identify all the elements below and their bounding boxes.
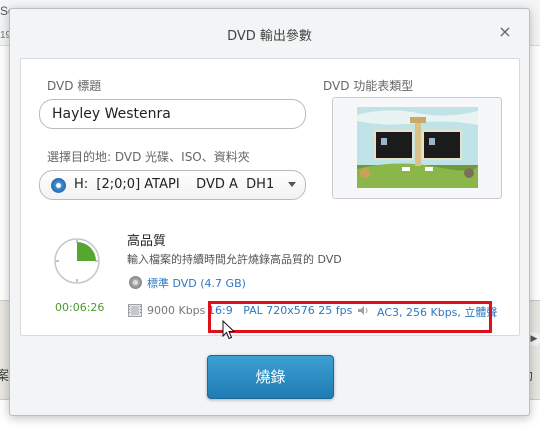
dialog-title: DVD 輸出參數 — [227, 29, 312, 44]
background-label-left: 案 — [0, 368, 10, 383]
burn-button[interactable]: 燒錄 — [207, 355, 334, 399]
timer-icon — [54, 238, 100, 284]
menu-type-preview[interactable] — [332, 97, 502, 199]
destination-select[interactable]: H: [2;0;0] ATAPI DVD A DH1 — [39, 170, 306, 200]
duration-value: 00:06:26 — [55, 301, 105, 314]
menu-template-thumbnail — [357, 107, 478, 188]
quality-description: 輸入檔案的持續時間允許燒錄高品質的 DVD — [127, 253, 342, 266]
highlight-box — [208, 301, 492, 333]
dvd-title-input[interactable] — [39, 99, 306, 129]
mouse-cursor-icon — [222, 320, 236, 340]
film-icon — [128, 304, 142, 317]
settings-panel: DVD 標題 選擇目的地: DVD 光碟、ISO、資料夾 H: [2;0;0] … — [20, 58, 520, 336]
disc-icon — [129, 276, 142, 289]
destination-label: 選擇目的地: DVD 光碟、ISO、資料夾 — [47, 150, 250, 164]
dvd-title-label: DVD 標題 — [47, 79, 102, 93]
chevron-down-icon[interactable] — [288, 182, 296, 187]
close-button[interactable]: × — [496, 23, 514, 41]
dvd-output-dialog: DVD 輸出參數 × DVD 標題 選擇目的地: DVD 光碟、ISO、資料夾 … — [9, 8, 530, 416]
disc-type-link[interactable]: 標準 DVD (4.7 GB) — [147, 275, 246, 291]
video-bitrate: 9000 Kbps — [147, 304, 206, 317]
menu-type-label: DVD 功能表類型 — [323, 79, 414, 93]
disc-icon — [51, 178, 66, 193]
destination-value: H: [2;0;0] ATAPI DVD A DH1 — [74, 177, 275, 192]
quality-title: 高品質 — [127, 234, 167, 249]
close-icon[interactable]: × — [498, 22, 511, 41]
